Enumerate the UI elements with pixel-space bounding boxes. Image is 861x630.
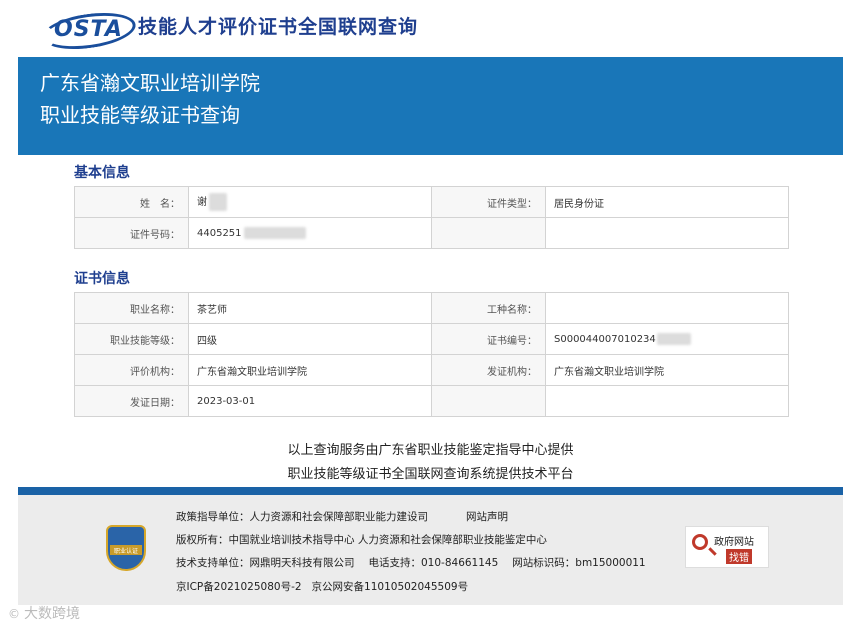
footer-line-copyright: 版权所有：中国就业培训技术指导中心 人力资源和社会保障部职业技能鉴定中心 [176, 534, 547, 546]
footer-line-support: 技术支持单位：网鼎明天科技有限公司 电话支持：010-84661145 网站标识码：… [176, 555, 646, 570]
basic-info-table: 姓 名： 谢 证件类型： 居民身份证 证件号码： 4405251 [74, 186, 789, 249]
watermark-icon: © [8, 607, 20, 621]
magnifier-icon [692, 534, 708, 550]
phone-text: 电话支持：010-84661145 [368, 557, 499, 569]
police-record-link[interactable]: 京公网安备11010502045509号 [312, 581, 469, 593]
redaction-mask [656, 333, 691, 345]
level-label: 职业技能等级： [74, 323, 189, 355]
name-label: 姓 名： [74, 186, 189, 218]
occupation-value: 茶艺师 [188, 292, 432, 324]
level-value: 四级 [188, 323, 432, 355]
table-row: 评价机构： 广东省瀚文职业培训学院 发证机构： 广东省瀚文职业培训学院 [74, 354, 789, 386]
cert-number-text: S000044007010234 [554, 334, 656, 345]
find-error-label: 找错 [726, 549, 752, 564]
redaction-mask [209, 193, 227, 211]
watermark: © 大数跨境 [8, 603, 80, 623]
footer-line-icp: 京ICP备2021025080号-2 京公网安备11010502045509号 [176, 579, 468, 594]
empty-label [431, 385, 546, 417]
cert-number-label: 证书编号： [431, 323, 546, 355]
table-row: 发证日期： 2023-03-01 [74, 385, 789, 417]
table-row: 职业名称： 茶艺师 工种名称： [74, 292, 789, 324]
name-value: 谢 [188, 186, 432, 218]
service-notice-line2: 职业技能等级证书全国联网查询系统提供技术平台 [287, 467, 574, 482]
footer-line-policy: 政策指导单位：人力资源和社会保障部职业能力建设司 网站声明 [176, 509, 508, 524]
site-title: 技能人才评价证书全国联网查询 [138, 16, 419, 38]
issue-date-label: 发证日期： [74, 385, 189, 417]
occupation-label: 职业名称： [74, 292, 189, 324]
issue-date-value: 2023-03-01 [188, 385, 432, 417]
osta-logo[interactable]: OSTA [40, 7, 138, 55]
work-type-value [545, 292, 789, 324]
gov-site-error-report-button[interactable]: 政府网站 找错 [685, 526, 769, 568]
table-row: 证件号码： 4405251 [74, 217, 789, 249]
id-type-label: 证件类型： [431, 186, 546, 218]
issue-org-value: 广东省瀚文职业培训学院 [545, 354, 789, 386]
issue-org-label: 发证机构： [431, 354, 546, 386]
redaction-mask [243, 227, 306, 239]
empty-value [545, 217, 789, 249]
eval-org-value: 广东省瀚文职业培训学院 [188, 354, 432, 386]
top-header: OSTA 技能人才评价证书全国联网查询 [0, 0, 861, 57]
empty-label [431, 217, 546, 249]
basic-info-title: 基本信息 [74, 165, 130, 181]
site-statement-link[interactable]: 网站声明 [466, 511, 508, 523]
cert-info-table: 职业名称： 茶艺师 工种名称： 职业技能等级： 四级 证书编号： S000044… [74, 292, 789, 417]
gov-site-label: 政府网站 [714, 537, 754, 548]
table-row: 姓 名： 谢 证件类型： 居民身份证 [74, 186, 789, 218]
watermark-text: 大数跨境 [24, 606, 80, 622]
work-type-label: 工种名称： [431, 292, 546, 324]
id-number-value: 4405251 [188, 217, 432, 249]
icp-link[interactable]: 京ICP备2021025080号-2 [176, 581, 302, 593]
hero-banner: 广东省瀚文职业培训学院 职业技能等级证书查询 [18, 57, 843, 155]
site-footer: 职业认证 政策指导单位：人力资源和社会保障部职业能力建设司 网站声明 版权所有：中… [18, 495, 843, 605]
id-number-label: 证件号码： [74, 217, 189, 249]
logo-text: OSTA [54, 17, 123, 42]
cert-info-title: 证书信息 [74, 271, 130, 287]
policy-text: 政策指导单位：人力资源和社会保障部职业能力建设司 [176, 511, 428, 523]
certification-badge-icon[interactable]: 职业认证 [106, 525, 146, 571]
hero-org-name: 广东省瀚文职业培训学院 [40, 71, 260, 95]
badge-text: 职业认证 [113, 548, 138, 555]
empty-value [545, 385, 789, 417]
cert-number-value: S000044007010234 [545, 323, 789, 355]
service-notice-line1: 以上查询服务由广东省职业技能鉴定指导中心提供 [287, 443, 574, 458]
support-text: 技术支持单位：网鼎明天科技有限公司 [176, 557, 355, 569]
name-text: 谢 [197, 197, 207, 208]
hero-page-title: 职业技能等级证书查询 [40, 103, 240, 127]
footer-divider [18, 487, 843, 495]
site-id-text: 网站标识码：bm15000011 [512, 557, 646, 569]
eval-org-label: 评价机构： [74, 354, 189, 386]
table-row: 职业技能等级： 四级 证书编号： S000044007010234 [74, 323, 789, 355]
result-panel: 基本信息 姓 名： 谢 证件类型： 居民身份证 证件号码： 4405251 证书… [18, 155, 843, 487]
id-type-value: 居民身份证 [545, 186, 789, 218]
id-number-text: 4405251 [197, 228, 242, 239]
